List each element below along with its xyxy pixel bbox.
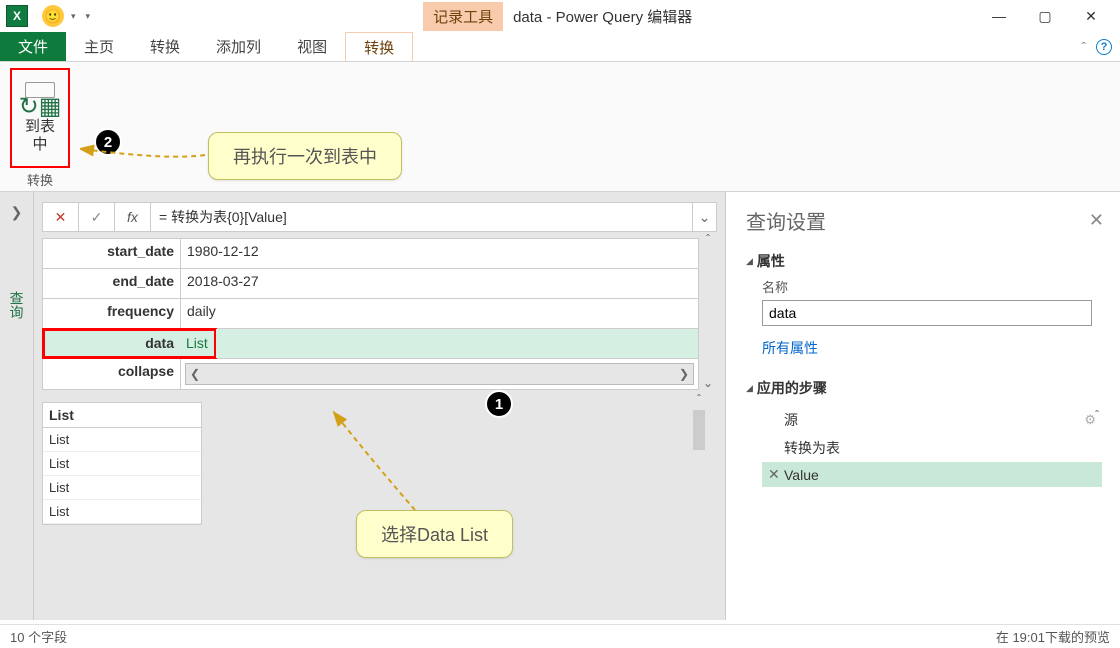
annotation-number-1: 1 [485,390,513,418]
smile-icon[interactable]: 🙂 [42,5,64,27]
step-source[interactable]: 源 ⚙ [762,406,1102,434]
formula-expand-icon[interactable]: ⌄ [692,203,716,231]
step-label: Value [784,467,819,483]
scroll-down-icon[interactable]: ⌄ [703,376,713,390]
prop-key: start_date [43,239,181,268]
pane-close-icon[interactable]: ✕ [1089,210,1104,231]
qat-dropdown-icon[interactable]: ▾ [68,11,79,22]
contextual-tab-label: 记录工具 [423,2,503,31]
tab-file[interactable]: 文件 [0,32,66,61]
help-icon[interactable]: ? [1096,39,1112,55]
prop-val: daily [181,299,698,328]
triangle-down-icon: ◢ [746,383,753,394]
ribbon-tabs: 文件 主页 转换 添加列 视图 转换 ˆ ? [0,32,1120,62]
steps-scrollbar[interactable]: ˆ [1088,406,1106,424]
ribbon-group-transform: ↻▦ 到表 中 转换 [4,66,76,191]
query-settings-pane: 查询设置 ✕ ◢属性 名称 所有属性 ◢应用的步骤 源 ⚙ 转换为表 ✕ [725,192,1120,620]
status-left: 10 个字段 [10,627,67,646]
step-label: 源 [784,410,798,430]
refresh-arrow-icon: ↻▦ [19,98,62,116]
step-to-table[interactable]: 转换为表 [762,434,1102,462]
section-applied-steps[interactable]: ◢应用的步骤 [746,378,1104,398]
scrollbar-thumb[interactable] [693,410,705,450]
minimize-button[interactable]: — [976,1,1022,31]
quick-access-toolbar: X 🙂 ▾ ▾ [6,5,93,27]
expand-queries-icon[interactable]: ❯ [11,204,23,221]
prop-row-end-date[interactable]: end_date 2018-03-27 [43,269,698,299]
step-value[interactable]: ✕ Value [762,462,1102,487]
prop-row-data[interactable]: data List [43,329,698,359]
list-header: List [43,403,201,428]
status-bar: 10 个字段 在 19:01下载的预览 [0,624,1120,648]
tab-add-column[interactable]: 添加列 [198,32,279,61]
vertical-scrollbar[interactable]: ˆ ⌄ [699,232,717,390]
scroll-up-icon[interactable]: ˆ [697,392,701,406]
prop-row-collapse[interactable]: collapse ❮ ❯ [43,359,698,389]
prop-row-start-date[interactable]: start_date 1980-12-12 [43,239,698,269]
callout-2: 选择Data List [356,510,513,558]
list-vertical-scrollbar[interactable]: ˆ [690,390,708,452]
to-table-label: 到表 中 [25,118,55,154]
formula-input[interactable] [151,209,692,225]
queries-vertical-label: 查询 [7,291,27,319]
scroll-right-icon[interactable]: ❯ [679,367,689,381]
scroll-up-icon[interactable]: ˆ [706,232,710,246]
delete-step-icon[interactable]: ✕ [768,466,784,483]
left-nav-strip: ❯ 查询 [0,192,34,620]
name-label: 名称 [762,277,1104,296]
horizontal-scrollbar[interactable]: ❮ ❯ [185,363,694,385]
prop-val: 2018-03-27 [181,269,698,298]
list-item[interactable]: List [43,476,201,500]
query-settings-title: 查询设置 [746,206,1104,235]
section-properties[interactable]: ◢属性 [746,251,1104,271]
fx-label[interactable]: fx [115,203,151,231]
main-area: ❯ 查询 ✕ ✓ fx ⌄ start_date 1980-12-12 end_… [0,192,1120,620]
all-properties-link[interactable]: 所有属性 [762,338,1104,358]
step-label: 转换为表 [784,438,840,458]
list-item[interactable]: List [43,500,201,524]
to-table-button[interactable]: ↻▦ 到表 中 [10,68,70,168]
preview-list: List List List List List [42,402,202,525]
close-button[interactable]: ✕ [1068,1,1114,31]
window-title: data - Power Query 编辑器 [513,6,692,27]
scroll-left-icon[interactable]: ❮ [190,367,200,381]
scroll-up-icon[interactable]: ˆ [1088,408,1106,422]
annotation-number-2: 2 [94,128,122,156]
window-controls: — ▢ ✕ [976,1,1114,31]
table-icon [25,82,55,98]
collapse-ribbon-icon[interactable]: ˆ [1081,39,1086,55]
prop-val: List [180,328,217,359]
qat-overflow-icon[interactable]: ▾ [83,11,94,22]
ribbon-body: ↻▦ 到表 中 转换 [0,62,1120,192]
list-item[interactable]: List [43,452,201,476]
query-name-input[interactable] [762,300,1092,326]
record-properties: start_date 1980-12-12 end_date 2018-03-2… [42,238,699,390]
status-right: 在 19:01下载的预览 [996,627,1110,646]
prop-val: 1980-12-12 [181,239,698,268]
maximize-button[interactable]: ▢ [1022,1,1068,31]
prop-key: collapse [43,359,181,389]
tab-transform[interactable]: 转换 [132,32,198,61]
title-bar: X 🙂 ▾ ▾ 记录工具 data - Power Query 编辑器 — ▢ … [0,0,1120,32]
triangle-down-icon: ◢ [746,256,753,267]
formula-cancel-icon[interactable]: ✕ [43,203,79,231]
ribbon-group-label: 转换 [27,170,53,189]
prop-key: frequency [43,299,181,328]
prop-key: end_date [43,269,181,298]
applied-steps-list: 源 ⚙ 转换为表 ✕ Value [762,406,1102,487]
prop-key: data [42,328,180,359]
tab-view[interactable]: 视图 [279,32,345,61]
excel-icon: X [6,5,28,27]
list-item[interactable]: List [43,428,201,452]
tab-contextual-transform[interactable]: 转换 [345,32,413,61]
formula-bar: ✕ ✓ fx ⌄ [42,202,717,232]
prop-row-frequency[interactable]: frequency daily [43,299,698,329]
prop-val: ❮ ❯ [181,359,698,389]
tab-home[interactable]: 主页 [66,32,132,61]
formula-accept-icon[interactable]: ✓ [79,203,115,231]
callout-1: 再执行一次到表中 [208,132,402,180]
